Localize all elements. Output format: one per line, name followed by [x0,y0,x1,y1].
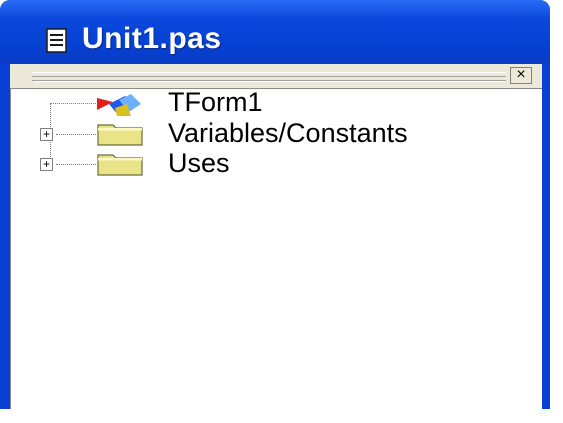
tree-item-tform1[interactable]: TForm1 [11,89,541,119]
expand-button[interactable]: + [40,128,53,141]
folder-icon [97,154,143,176]
explorer-panel: × TForm1 + Variables/Constants + Uses [10,64,542,409]
expand-button[interactable]: + [40,158,53,171]
close-button[interactable]: × [510,67,532,84]
folder-icon [97,124,143,146]
window-frame: Unit1.pas × TForm1 + Variables/Constants… [0,0,550,409]
code-explorer-tree[interactable]: TForm1 + Variables/Constants + Uses [10,88,542,409]
tree-item-label: TForm1 [168,88,263,117]
tree-item-variables-constants[interactable]: + Variables/Constants [11,118,541,149]
panel-header: × [10,64,542,88]
drag-grip[interactable] [32,72,506,81]
document-icon [46,28,67,53]
tree-item-uses[interactable]: + Uses [11,148,541,179]
window-title: Unit1.pas [82,22,222,55]
tree-item-label: Uses [168,148,230,178]
form-class-icon [97,94,141,116]
title-bar[interactable]: Unit1.pas [0,0,550,64]
tree-item-label: Variables/Constants [168,118,408,148]
